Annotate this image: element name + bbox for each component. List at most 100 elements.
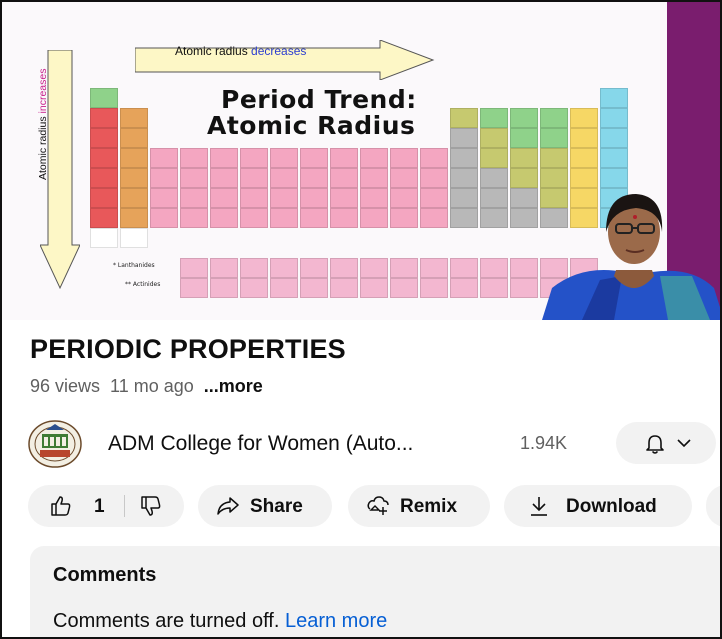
- video-meta[interactable]: 96 views 11 mo ago ...more: [30, 376, 263, 397]
- element-cell: [600, 108, 628, 128]
- element-cell: [300, 148, 328, 168]
- element-cell: [90, 148, 118, 168]
- comments-section[interactable]: Comments Comments are turned off. Learn …: [30, 546, 720, 637]
- element-cell: [510, 188, 538, 208]
- element-cell: [210, 168, 238, 188]
- upload-age: 11 mo ago: [110, 376, 194, 396]
- subscribe-bell-button[interactable]: [616, 422, 716, 464]
- share-button[interactable]: Share: [198, 485, 332, 527]
- element-cell: [120, 128, 148, 148]
- element-cell: [390, 208, 418, 228]
- remix-button[interactable]: Remix: [348, 485, 490, 527]
- channel-name[interactable]: ADM College for Women (Auto...: [108, 432, 413, 456]
- element-cell: [270, 188, 298, 208]
- element-cell: [360, 188, 388, 208]
- dislike-button[interactable]: [132, 485, 184, 527]
- element-cell: [90, 168, 118, 188]
- element-cell: [90, 228, 118, 248]
- element-cell: [180, 278, 208, 298]
- element-cell: [300, 208, 328, 228]
- element-cell: [300, 258, 328, 278]
- element-cell: [150, 148, 178, 168]
- element-cell: [450, 188, 478, 208]
- element-cell: [120, 188, 148, 208]
- element-cell: [510, 168, 538, 188]
- element-cell: [480, 278, 508, 298]
- element-cell: [510, 128, 538, 148]
- element-cell: [390, 278, 418, 298]
- divider: [124, 495, 125, 517]
- like-button[interactable]: 1: [28, 485, 132, 527]
- element-cell: [570, 148, 598, 168]
- element-cell: [210, 278, 238, 298]
- element-cell: [510, 278, 538, 298]
- element-cell: [480, 258, 508, 278]
- like-count: 1: [94, 496, 105, 517]
- element-cell: [360, 278, 388, 298]
- element-cell: [120, 228, 148, 248]
- element-cell: [330, 168, 358, 188]
- element-cell: [480, 128, 508, 148]
- element-cell: [600, 88, 628, 108]
- actinides-label: ** Actinides: [125, 281, 161, 288]
- more-actions-button[interactable]: [706, 485, 720, 527]
- channel-logo-icon[interactable]: [28, 420, 82, 468]
- element-cell: [480, 168, 508, 188]
- element-cell: [510, 148, 538, 168]
- screen: Atomic radius decreases Atomic radius in…: [0, 0, 722, 639]
- video-title: PERIODIC PROPERTIES: [30, 334, 346, 364]
- more-link[interactable]: ...more: [204, 376, 263, 396]
- view-count: 96 views: [30, 376, 101, 396]
- element-cell: [270, 208, 298, 228]
- element-cell: [330, 278, 358, 298]
- element-cell: [360, 208, 388, 228]
- channel-row: ADM College for Women (Auto... 1.94K: [28, 420, 720, 470]
- element-cell: [210, 258, 238, 278]
- element-cell: [300, 278, 328, 298]
- element-cell: [450, 278, 478, 298]
- element-cell: [390, 148, 418, 168]
- element-cell: [330, 148, 358, 168]
- element-cell: [90, 88, 118, 108]
- element-cell: [450, 148, 478, 168]
- element-cell: [90, 128, 118, 148]
- element-cell: [180, 168, 208, 188]
- arrow-top-label: Atomic radius decreases: [175, 44, 307, 58]
- element-cell: [390, 168, 418, 188]
- element-cell: [600, 148, 628, 168]
- element-cell: [600, 128, 628, 148]
- element-cell: [90, 188, 118, 208]
- element-cell: [270, 148, 298, 168]
- element-cell: [480, 208, 508, 228]
- element-cell: [120, 208, 148, 228]
- download-button[interactable]: Download: [504, 485, 692, 527]
- element-cell: [150, 168, 178, 188]
- element-cell: [210, 188, 238, 208]
- element-cell: [540, 108, 568, 128]
- element-cell: [360, 258, 388, 278]
- element-cell: [180, 258, 208, 278]
- element-cell: [180, 148, 208, 168]
- element-cell: [90, 108, 118, 128]
- element-cell: [240, 188, 268, 208]
- element-cell: [330, 208, 358, 228]
- element-cell: [330, 188, 358, 208]
- lanthanides-label: * Lanthanides: [113, 262, 155, 269]
- element-cell: [180, 208, 208, 228]
- arrow-left-label: Atomic radius increases: [37, 68, 49, 180]
- element-cell: [540, 128, 568, 148]
- subscriber-count: 1.94K: [520, 433, 568, 453]
- bell-icon: [646, 435, 664, 454]
- video-player[interactable]: Atomic radius decreases Atomic radius in…: [2, 2, 720, 320]
- element-cell: [510, 258, 538, 278]
- comments-status: Comments are turned off. Learn more: [53, 610, 388, 632]
- learn-more-link[interactable]: Learn more: [285, 610, 387, 632]
- element-cell: [240, 258, 268, 278]
- element-cell: [240, 148, 268, 168]
- element-cell: [270, 168, 298, 188]
- element-cell: [300, 188, 328, 208]
- element-cell: [390, 188, 418, 208]
- element-cell: [150, 188, 178, 208]
- remix-icon: [367, 496, 389, 515]
- presenter-image: [542, 194, 720, 320]
